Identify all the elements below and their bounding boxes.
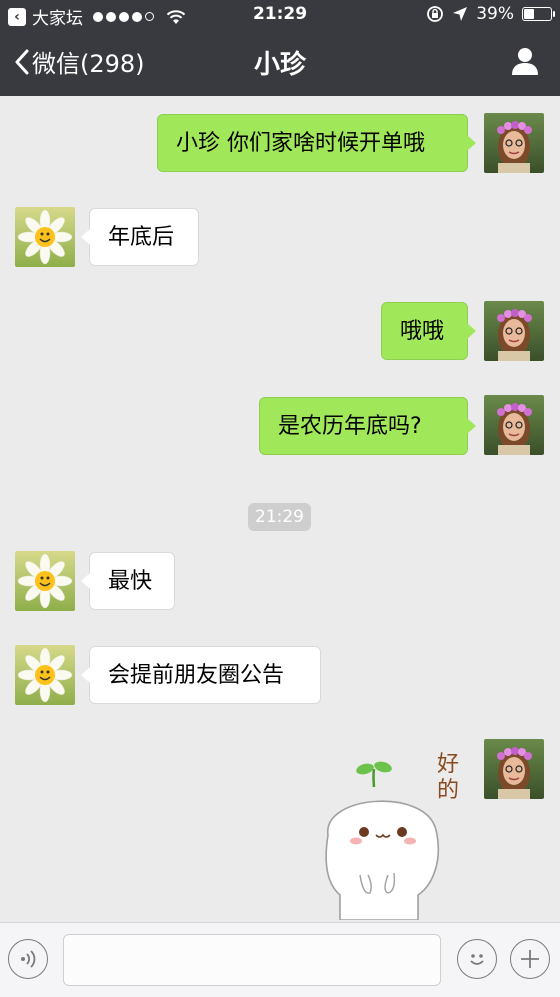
my-avatar[interactable] [484, 739, 544, 799]
rotation-lock-icon [427, 6, 444, 22]
battery-percentage: 39% [476, 4, 514, 24]
back-label: 微信(298) [32, 50, 145, 78]
incoming-message-bubble[interactable]: 年底后 [81, 208, 199, 266]
wifi-icon [166, 9, 186, 24]
navigation-bar: 微信(298) 小珍 [0, 30, 560, 96]
more-options-button[interactable] [510, 939, 550, 979]
contact-profile-icon[interactable] [510, 46, 540, 76]
contact-avatar[interactable] [15, 207, 75, 267]
chevron-left-icon [15, 49, 29, 74]
my-avatar[interactable] [484, 113, 544, 173]
carrier-label: 大家坛 [32, 9, 83, 29]
outgoing-message-bubble[interactable]: 哦哦 [381, 302, 476, 360]
plus-icon [521, 950, 539, 968]
sticker-text-2: 的 [437, 778, 459, 803]
return-to-app-icon[interactable]: ‹ [8, 7, 26, 26]
smiley-icon [470, 954, 484, 965]
location-arrow-icon [453, 7, 468, 21]
status-bar: ‹ 大家坛 21:29 39% [0, 0, 560, 30]
message-text: 哦哦 [400, 319, 445, 344]
emoji-button[interactable] [457, 939, 497, 979]
outgoing-message-bubble[interactable]: 小珍 你们家啥时候开单哦 [157, 114, 476, 172]
battery-icon [522, 7, 555, 21]
message-input-bar [0, 922, 560, 997]
voice-icon [21, 950, 36, 968]
my-avatar[interactable] [484, 395, 544, 455]
contact-avatar[interactable] [15, 551, 75, 611]
sticker-message[interactable]: 好 的 [318, 745, 468, 920]
back-button[interactable]: 微信(298) [14, 44, 145, 79]
top-bar: ‹ 大家坛 21:29 39% 微信(298) 小珍 [0, 0, 560, 96]
message-text: 年底后 [108, 225, 175, 250]
sticker-text-1: 好 [437, 752, 459, 777]
outgoing-message-bubble[interactable]: 是农历年底吗? [259, 397, 476, 455]
message-text: 会提前朋友圈公告 [108, 663, 285, 688]
message-text: 小珍 你们家啥时候开单哦 [176, 131, 425, 156]
incoming-message-bubble[interactable]: 会提前朋友圈公告 [81, 646, 321, 704]
message-text: 是农历年底吗? [278, 414, 422, 439]
signal-strength-icon [93, 11, 154, 22]
message-text: 最快 [108, 569, 153, 594]
voice-input-button[interactable] [8, 939, 48, 979]
contact-avatar[interactable] [15, 645, 75, 705]
timestamp-divider: 21:29 [248, 503, 311, 531]
message-text-input[interactable] [63, 934, 441, 986]
my-avatar[interactable] [484, 301, 544, 361]
incoming-message-bubble[interactable]: 最快 [81, 552, 175, 610]
